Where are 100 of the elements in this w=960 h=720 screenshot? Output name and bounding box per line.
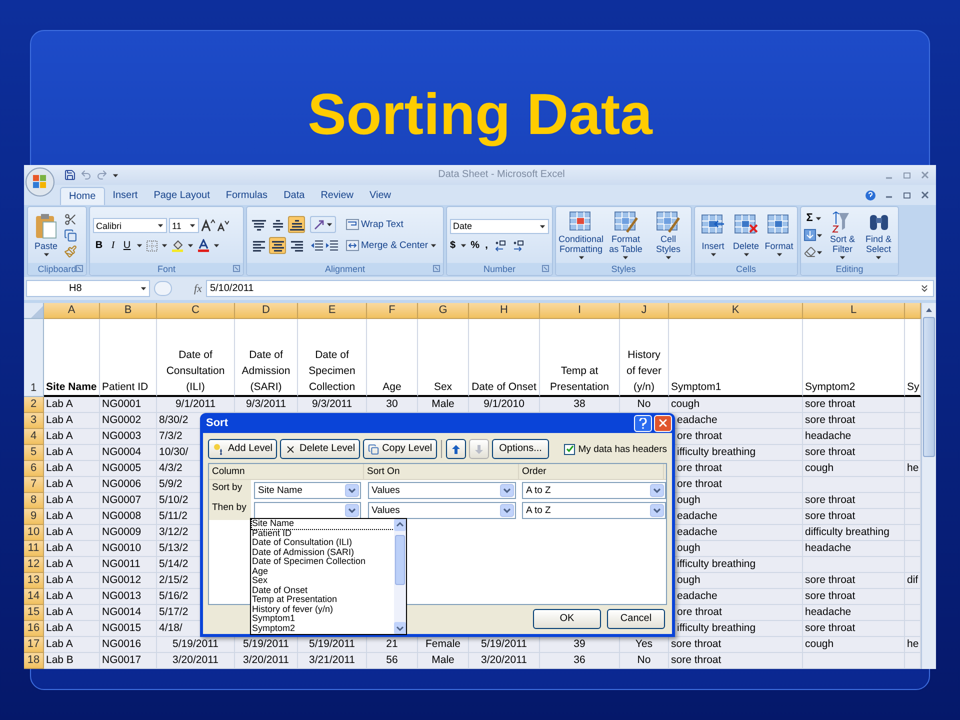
order-dropdown[interactable]: A to Z: [522, 502, 666, 518]
font-color-icon[interactable]: [197, 239, 210, 252]
row-number[interactable]: 2: [24, 397, 44, 413]
comma-button[interactable]: ,: [483, 240, 490, 252]
paste-button[interactable]: Paste: [31, 212, 61, 258]
row-number[interactable]: 16: [24, 621, 44, 637]
row-number[interactable]: 15: [24, 605, 44, 621]
grow-font-icon[interactable]: [201, 219, 215, 232]
list-item[interactable]: History of fever (y/n): [252, 604, 394, 614]
decrease-indent-icon[interactable]: [310, 240, 323, 252]
scroll-down-icon[interactable]: [394, 622, 406, 634]
row-number[interactable]: 6: [24, 461, 44, 477]
column-header[interactable]: L: [803, 303, 905, 319]
close-icon[interactable]: [920, 190, 930, 200]
orientation-button[interactable]: [310, 216, 336, 233]
headers-checkbox[interactable]: [564, 444, 576, 454]
formula-input[interactable]: 5/10/2011: [206, 280, 934, 297]
bold-button[interactable]: B: [93, 240, 105, 252]
row-number[interactable]: 10: [24, 525, 44, 541]
list-item[interactable]: Date of Onset: [252, 586, 394, 595]
row-number[interactable]: 5: [24, 445, 44, 461]
ribbon-tab[interactable]: Insert: [104, 187, 146, 205]
row-number[interactable]: 3: [24, 413, 44, 429]
row-number[interactable]: 8: [24, 493, 44, 509]
fill-color-icon[interactable]: [171, 239, 184, 252]
order-dropdown[interactable]: A to Z: [522, 482, 666, 498]
cells-button[interactable]: Delete: [731, 212, 761, 258]
list-item[interactable]: Date of Specimen Collection: [252, 557, 394, 566]
cells-button[interactable]: Format: [764, 212, 794, 258]
sort-on-dropdown[interactable]: Values: [368, 482, 516, 498]
scroll-up-icon[interactable]: [394, 519, 406, 531]
options-button[interactable]: Options...: [492, 439, 549, 459]
delete-level-button[interactable]: Delete Level: [280, 439, 360, 459]
ribbon-tab[interactable]: Review: [312, 187, 362, 205]
move-up-button[interactable]: [446, 439, 466, 459]
column-header[interactable]: H: [469, 303, 540, 319]
add-level-button[interactable]: Add Level: [208, 439, 278, 459]
eraser-icon[interactable]: [804, 246, 816, 258]
column-header[interactable]: D: [235, 303, 298, 319]
cancel-button[interactable]: Cancel: [607, 609, 665, 629]
borders-icon[interactable]: [146, 240, 158, 252]
ribbon-tab[interactable]: Home: [60, 187, 105, 205]
style-button[interactable]: Format as Table: [606, 210, 646, 260]
row-number[interactable]: 1: [24, 319, 44, 397]
list-item[interactable]: Symptom1: [252, 614, 394, 624]
column-dropdown[interactable]: [254, 502, 361, 518]
font-name-field[interactable]: Calibri: [93, 218, 167, 233]
align-button[interactable]: [269, 237, 286, 254]
ribbon-tab[interactable]: Page Layout: [146, 187, 218, 205]
ribbon-tab[interactable]: Data: [276, 187, 313, 205]
row-number[interactable]: 13: [24, 573, 44, 589]
column-header[interactable]: C: [157, 303, 235, 319]
shrink-font-icon[interactable]: [217, 219, 229, 232]
column-header[interactable]: A: [44, 303, 100, 319]
decrease-decimal-icon[interactable]: [511, 240, 526, 252]
insert-function-button[interactable]: fx: [194, 282, 202, 294]
list-item[interactable]: Symptom2: [252, 624, 394, 633]
fill-down-icon[interactable]: [804, 229, 816, 241]
style-button[interactable]: Cell Styles: [648, 210, 688, 260]
row-number[interactable]: 11: [24, 541, 44, 557]
column-header[interactable]: I: [540, 303, 620, 319]
list-item[interactable]: Age: [252, 566, 394, 576]
font-size-field[interactable]: 11: [169, 218, 199, 233]
autosum-button[interactable]: Σ: [804, 212, 815, 224]
list-item[interactable]: Patient ID: [252, 528, 394, 538]
column-header[interactable]: E: [298, 303, 367, 319]
row-number[interactable]: 4: [24, 429, 44, 445]
increase-indent-icon[interactable]: [325, 240, 338, 252]
column-header[interactable]: J: [620, 303, 669, 319]
copy-icon[interactable]: [64, 228, 77, 242]
row-number[interactable]: 9: [24, 509, 44, 525]
underline-button[interactable]: U: [121, 240, 133, 252]
scroll-thumb[interactable]: [923, 317, 935, 457]
cut-icon[interactable]: [64, 212, 77, 226]
save-icon[interactable]: [64, 169, 76, 181]
expand-icon[interactable]: [919, 283, 930, 294]
name-box[interactable]: H8: [26, 280, 150, 297]
list-item[interactable]: Date of Admission (SARI): [252, 548, 394, 557]
list-item[interactable]: Date of Consultation (ILI): [252, 538, 394, 548]
help-icon[interactable]: [865, 190, 876, 200]
sort-on-dropdown[interactable]: Values: [368, 502, 516, 518]
merge-center-button[interactable]: Merge & Center: [346, 240, 438, 251]
format-painter-icon[interactable]: [64, 244, 77, 258]
list-item[interactable]: Site Name: [252, 519, 394, 528]
ribbon-tab[interactable]: Formulas: [218, 187, 276, 205]
editing-button[interactable]: Find & Select: [862, 210, 895, 260]
close-button[interactable]: [654, 414, 672, 432]
row-number[interactable]: 18: [24, 653, 44, 669]
help-button[interactable]: [634, 414, 652, 432]
list-item[interactable]: Sex: [252, 576, 394, 586]
wrap-text-button[interactable]: Wrap Text: [346, 219, 404, 230]
increase-decimal-icon[interactable]: [493, 240, 508, 252]
row-number[interactable]: 7: [24, 477, 44, 493]
row-number[interactable]: 12: [24, 557, 44, 573]
currency-button[interactable]: $: [450, 240, 456, 252]
ribbon-tab[interactable]: View: [361, 187, 399, 205]
splitter-handle[interactable]: [154, 281, 172, 296]
column-header[interactable]: G: [418, 303, 469, 319]
scroll-thumb[interactable]: [395, 534, 405, 584]
list-item[interactable]: Temp at Presentation: [252, 595, 394, 604]
